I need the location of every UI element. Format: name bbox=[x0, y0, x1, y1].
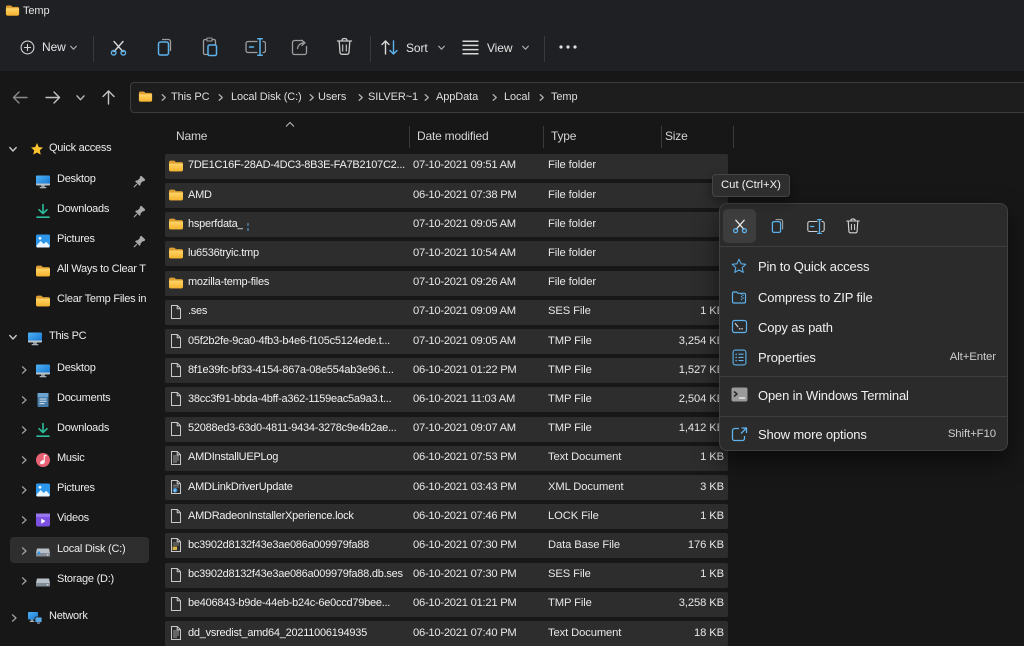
svg-text:e: e bbox=[174, 489, 176, 493]
